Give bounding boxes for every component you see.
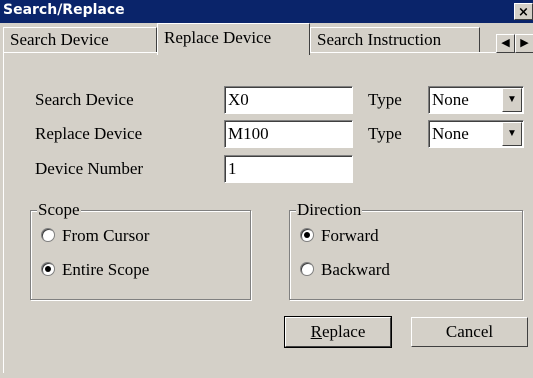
replace-type-label: Type — [368, 124, 402, 143]
tab-replace-device[interactable]: Replace Device — [157, 23, 310, 55]
arrow-right-icon: ▶ — [520, 37, 529, 49]
scope-group: Scope From Cursor Entire Scope — [30, 200, 251, 300]
replace-device-label: Replace Device — [35, 124, 143, 143]
radio-unchecked-icon — [300, 262, 314, 276]
chevron-down-icon[interactable]: ▼ — [502, 88, 522, 112]
replace-button[interactable]: Replace — [284, 316, 392, 348]
radio-label: Backward — [321, 260, 390, 279]
window-title: Search/Replace — [3, 2, 125, 18]
replace-device-input[interactable]: M100 — [224, 120, 353, 148]
device-number-input[interactable]: 1 — [224, 155, 353, 183]
search-device-input[interactable]: X0 — [224, 86, 353, 114]
tab-search-device[interactable]: Search Device — [3, 27, 157, 52]
tab-label: Search Instruction — [317, 30, 442, 49]
radio-label: From Cursor — [62, 226, 150, 245]
tab-label: Replace Device — [164, 28, 272, 47]
tab-search-instruction[interactable]: Search Instruction — [310, 27, 480, 52]
search-replace-dialog: Search/Replace × Search Device Replace D… — [0, 0, 533, 378]
cancel-button[interactable]: Cancel — [411, 317, 528, 347]
close-button[interactable]: × — [514, 3, 533, 20]
replace-label-rest: eplace — [321, 322, 366, 341]
radio-forward[interactable]: Forward — [300, 226, 379, 246]
search-type-value: None — [432, 90, 469, 109]
tab-label: Search Device — [10, 30, 109, 49]
replace-mnemonic: R — [310, 322, 322, 341]
radio-unchecked-icon — [41, 228, 55, 242]
radio-label: Forward — [321, 226, 379, 245]
radio-checked-icon — [300, 228, 314, 242]
replace-type-select[interactable]: None ▼ — [428, 120, 524, 148]
search-type-select[interactable]: None ▼ — [428, 86, 524, 114]
radio-backward[interactable]: Backward — [300, 260, 390, 280]
arrow-left-icon: ◀ — [501, 37, 510, 49]
direction-group: Direction Forward Backward — [289, 200, 523, 300]
replace-type-value: None — [432, 124, 469, 143]
tab-scroll-left-button[interactable]: ◀ — [496, 34, 515, 53]
chevron-down-icon[interactable]: ▼ — [502, 122, 522, 146]
direction-group-title: Direction — [296, 200, 363, 220]
radio-entire-scope[interactable]: Entire Scope — [41, 260, 149, 280]
tab-scroll-right-button[interactable]: ▶ — [515, 34, 533, 53]
device-number-label: Device Number — [35, 159, 144, 178]
radio-label: Entire Scope — [62, 260, 150, 279]
radio-checked-icon — [41, 262, 55, 276]
scope-group-title: Scope — [37, 200, 81, 220]
search-type-label: Type — [368, 90, 402, 109]
radio-from-cursor[interactable]: From Cursor — [41, 226, 149, 246]
title-bar[interactable]: Search/Replace × — [0, 0, 533, 23]
search-device-label: Search Device — [35, 90, 134, 109]
